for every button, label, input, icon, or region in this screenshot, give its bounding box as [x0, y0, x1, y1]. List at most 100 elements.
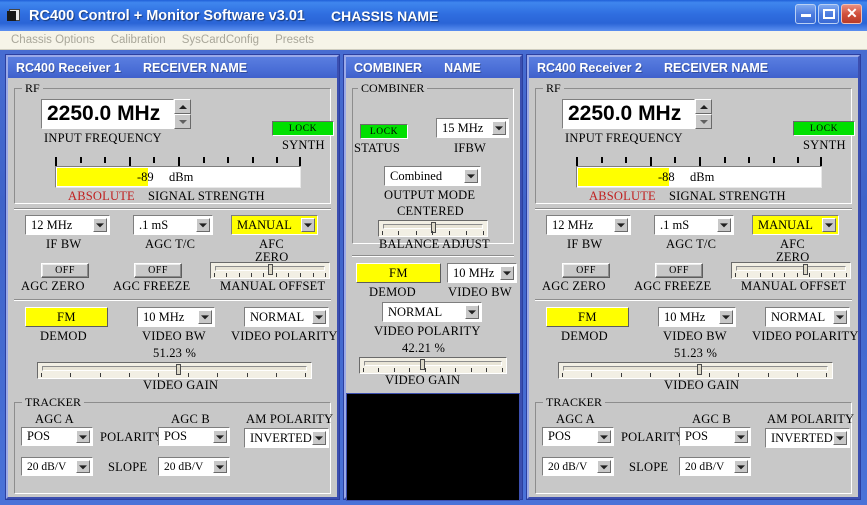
maximize-button[interactable]: [818, 4, 839, 24]
chevron-down-icon[interactable]: [734, 460, 748, 473]
chevron-down-icon[interactable]: [312, 431, 326, 445]
combiner-balance-slider[interactable]: [378, 220, 488, 237]
agc-a-slope-select-1[interactable]: 20 dB/V: [21, 457, 93, 476]
chassis-name-title: CHASSIS NAME: [330, 7, 439, 24]
if-bw-select-2[interactable]: 12 MHz: [546, 215, 631, 235]
chevron-down-icon[interactable]: [597, 460, 611, 473]
agc-zero-caption-1: AGC ZERO: [21, 279, 85, 293]
slider-ticks: [214, 273, 326, 277]
chevron-down-icon[interactable]: [492, 121, 506, 135]
chevron-down-icon[interactable]: [500, 266, 514, 280]
video-polarity-select-2[interactable]: NORMAL: [765, 307, 850, 327]
demod-button-2[interactable]: FM: [546, 307, 629, 327]
frequency-spinner-1[interactable]: [174, 99, 191, 129]
agc-freeze-button-2[interactable]: OFF: [655, 263, 703, 278]
agc-tc-select-2[interactable]: .1 mS: [654, 215, 734, 235]
chevron-down-icon[interactable]: [312, 310, 326, 324]
if-bw-select-1[interactable]: 12 MHz: [25, 215, 110, 235]
frequency-spin-down-1[interactable]: [174, 114, 191, 129]
frequency-spin-down-2[interactable]: [695, 114, 712, 129]
agc-b-slope-select-2[interactable]: 20 dB/V: [679, 457, 751, 476]
video-polarity-select-1[interactable]: NORMAL: [244, 307, 329, 327]
chevron-down-icon[interactable]: [614, 218, 628, 232]
divider-if-2: [535, 208, 852, 210]
signal-units-1: dBm: [169, 170, 194, 184]
chevron-down-icon[interactable]: [719, 310, 733, 324]
combiner-output-mode-select[interactable]: Combined: [384, 166, 481, 186]
demod-button-1[interactable]: FM: [25, 307, 108, 327]
combiner-body: COMBINER LOCK STATUS 15 MHz IFBW Combine…: [346, 78, 520, 501]
chevron-down-icon[interactable]: [198, 310, 212, 324]
chevron-down-icon[interactable]: [833, 310, 847, 324]
agc-zero-button-2[interactable]: OFF: [562, 263, 610, 278]
agc-tc-select-1[interactable]: .1 mS: [133, 215, 213, 235]
demod-caption-1: DEMOD: [40, 329, 87, 343]
frequency-spin-up-1[interactable]: [174, 99, 191, 114]
frequency-spin-up-2[interactable]: [695, 99, 712, 114]
agc-a-slope-select-2[interactable]: 20 dB/V: [542, 457, 614, 476]
frequency-display-1[interactable]: 2250.0 MHz: [41, 99, 174, 129]
frequency-spinner-2[interactable]: [695, 99, 712, 129]
chevron-down-icon[interactable]: [196, 218, 210, 232]
chevron-down-icon[interactable]: [734, 430, 748, 443]
minimize-button[interactable]: [795, 4, 816, 24]
am-polarity-select-1[interactable]: INVERTED: [244, 428, 329, 448]
chevron-down-icon[interactable]: [93, 218, 107, 232]
synth-lock-indicator-1: LOCK: [272, 121, 334, 136]
chevron-down-icon[interactable]: [597, 430, 611, 443]
video-gain-value-2: 51.23 %: [674, 346, 718, 360]
video-bw-caption-1: VIDEO BW: [142, 329, 206, 343]
combiner-video-gain-slider[interactable]: [359, 357, 507, 374]
video-bw-select-2[interactable]: 10 MHz: [658, 307, 736, 327]
slider-track: [364, 361, 502, 366]
chevron-down-icon[interactable]: [213, 460, 227, 473]
chevron-down-icon[interactable]: [822, 218, 836, 232]
frequency-display-2[interactable]: 2250.0 MHz: [562, 99, 695, 129]
agc-b-polarity-select-1[interactable]: POS: [158, 427, 230, 446]
combiner-video-bw-select[interactable]: 10 MHz: [447, 263, 517, 283]
chevron-down-icon[interactable]: [833, 431, 847, 445]
combiner-ifbw-select[interactable]: 15 MHz: [436, 118, 509, 138]
combiner-output-mode-caption: OUTPUT MODE: [384, 188, 476, 202]
chevron-down-icon[interactable]: [465, 305, 479, 319]
manual-offset-slider-1[interactable]: [210, 262, 330, 279]
video-gain-caption-2: VIDEO GAIN: [664, 378, 740, 392]
combiner-video-polarity-select[interactable]: NORMAL: [382, 302, 482, 322]
menu-item-syscardconfig[interactable]: SysCardConfig: [174, 34, 267, 46]
menu-item-presets[interactable]: Presets: [267, 34, 322, 46]
agc-b-slope-select-1[interactable]: 20 dB/V: [158, 457, 230, 476]
close-button[interactable]: ✕: [841, 4, 862, 24]
chevron-down-icon[interactable]: [76, 460, 90, 473]
agc-b-polarity-select-2[interactable]: POS: [679, 427, 751, 446]
video-monitor-display[interactable]: [346, 393, 520, 501]
agc-a-polarity-select-1[interactable]: POS: [21, 427, 93, 446]
menu-item-chassis-options[interactable]: Chassis Options: [3, 34, 103, 46]
agc-freeze-button-1[interactable]: OFF: [134, 263, 182, 278]
chevron-down-icon[interactable]: [213, 430, 227, 443]
video-polarity-value-1: NORMAL: [250, 309, 305, 324]
chevron-down-icon[interactable]: [301, 218, 315, 232]
chevron-down-icon[interactable]: [717, 218, 731, 232]
signal-mode-1: ABSOLUTE: [68, 189, 135, 203]
receiver-1-panel: RC400 Receiver 1 RECEIVER NAME RF 2250.0…: [6, 55, 339, 499]
agc-zero-button-1[interactable]: OFF: [41, 263, 89, 278]
manual-offset-caption-1: MANUAL OFFSET: [220, 279, 326, 293]
chevron-down-icon[interactable]: [464, 169, 478, 183]
afc-select-2[interactable]: MANUAL: [752, 215, 839, 235]
synth-caption-2: SYNTH: [803, 138, 846, 152]
menu-item-calibration[interactable]: Calibration: [103, 34, 174, 46]
chevron-down-icon[interactable]: [76, 430, 90, 443]
am-polarity-select-2[interactable]: INVERTED: [765, 428, 850, 448]
agc-a-polarity-select-2[interactable]: POS: [542, 427, 614, 446]
manual-offset-slider-2[interactable]: [731, 262, 851, 279]
afc-select-1[interactable]: MANUAL: [231, 215, 318, 235]
slope-caption-1: SLOPE: [108, 460, 148, 474]
agc-a-caption-1: AGC A: [35, 412, 74, 426]
agc-tc-caption-1: AGC T/C: [145, 237, 196, 251]
video-bw-select-1[interactable]: 10 MHz: [137, 307, 215, 327]
video-gain-slider-2[interactable]: [558, 362, 833, 379]
combiner-demod-button[interactable]: FM: [356, 263, 441, 283]
agc-a-slope-value-1: 20 dB/V: [27, 460, 67, 473]
afc-value-1: MANUAL: [237, 217, 292, 232]
video-gain-slider-1[interactable]: [37, 362, 312, 379]
